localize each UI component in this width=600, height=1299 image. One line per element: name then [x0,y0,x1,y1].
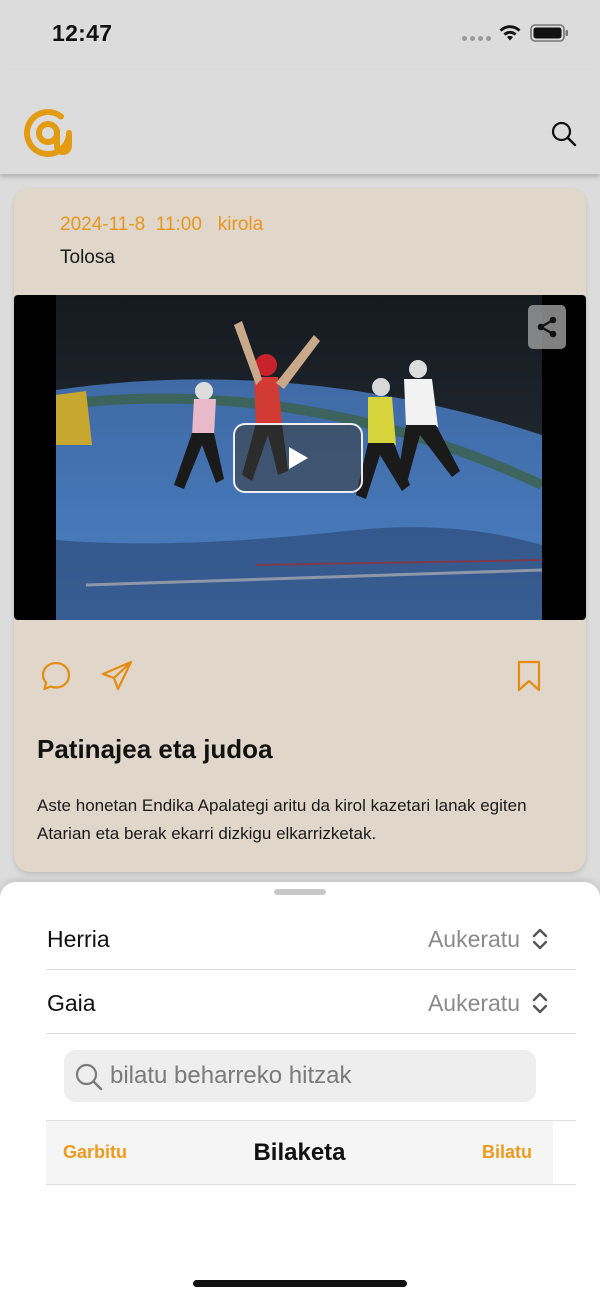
toolbar-title: Bilaketa [253,1139,346,1166]
topic-value[interactable]: Aukeratu [428,990,520,1017]
article-time: 11:00 [155,214,202,235]
battery-icon [530,24,568,42]
app-header [0,70,600,174]
play-icon [289,447,308,469]
article-date: 2024-11-8 [60,214,146,235]
sheet-grabber[interactable] [274,889,326,895]
chevron-up-down-icon [532,928,548,950]
article-meta: 2024-11-8 11:00 kirola [60,214,263,236]
filter-sheet: Herria Aukeratu Gaia Aukeratu Garbitu Bi… [0,882,600,1299]
bookmark-icon[interactable] [516,660,542,692]
sheet-toolbar: Garbitu Bilaketa Bilatu [46,1120,576,1185]
at-sign-logo-icon[interactable] [21,106,75,160]
comment-icon[interactable] [40,660,72,692]
search-icon [75,1063,103,1091]
town-select-row[interactable]: Herria Aukeratu [46,906,576,970]
keyword-search-input[interactable] [110,1058,520,1094]
play-button[interactable] [233,423,363,493]
chevron-up-down-icon [532,992,548,1014]
topic-select-row[interactable]: Gaia Aukeratu [46,970,576,1034]
video-player[interactable] [14,295,586,620]
article-category[interactable]: kirola [218,214,263,235]
share-button[interactable] [528,305,566,349]
status-time: 12:47 [52,20,113,46]
topic-label: Gaia [47,990,96,1016]
signal-icon [462,36,491,41]
article-place: Tolosa [60,247,115,268]
town-value[interactable]: Aukeratu [428,926,520,953]
article-description: Aste honetan Endika Apalategi aritu da k… [37,796,527,843]
send-icon[interactable] [100,660,134,692]
town-label: Herria [47,926,110,952]
article-title[interactable]: Patinajea eta judoa [37,734,273,765]
article-actions [14,660,586,700]
wifi-icon [499,25,521,41]
status-bar: 12:47 [0,0,600,70]
share-icon [537,316,557,338]
search-icon[interactable] [550,120,578,148]
home-indicator[interactable] [193,1280,407,1287]
article-card[interactable]: 2024-11-8 11:00 kirola Tolosa Patinajea … [14,188,586,872]
search-submit-button[interactable]: Bilatu [482,1142,532,1163]
keyword-search-field[interactable] [64,1050,536,1102]
